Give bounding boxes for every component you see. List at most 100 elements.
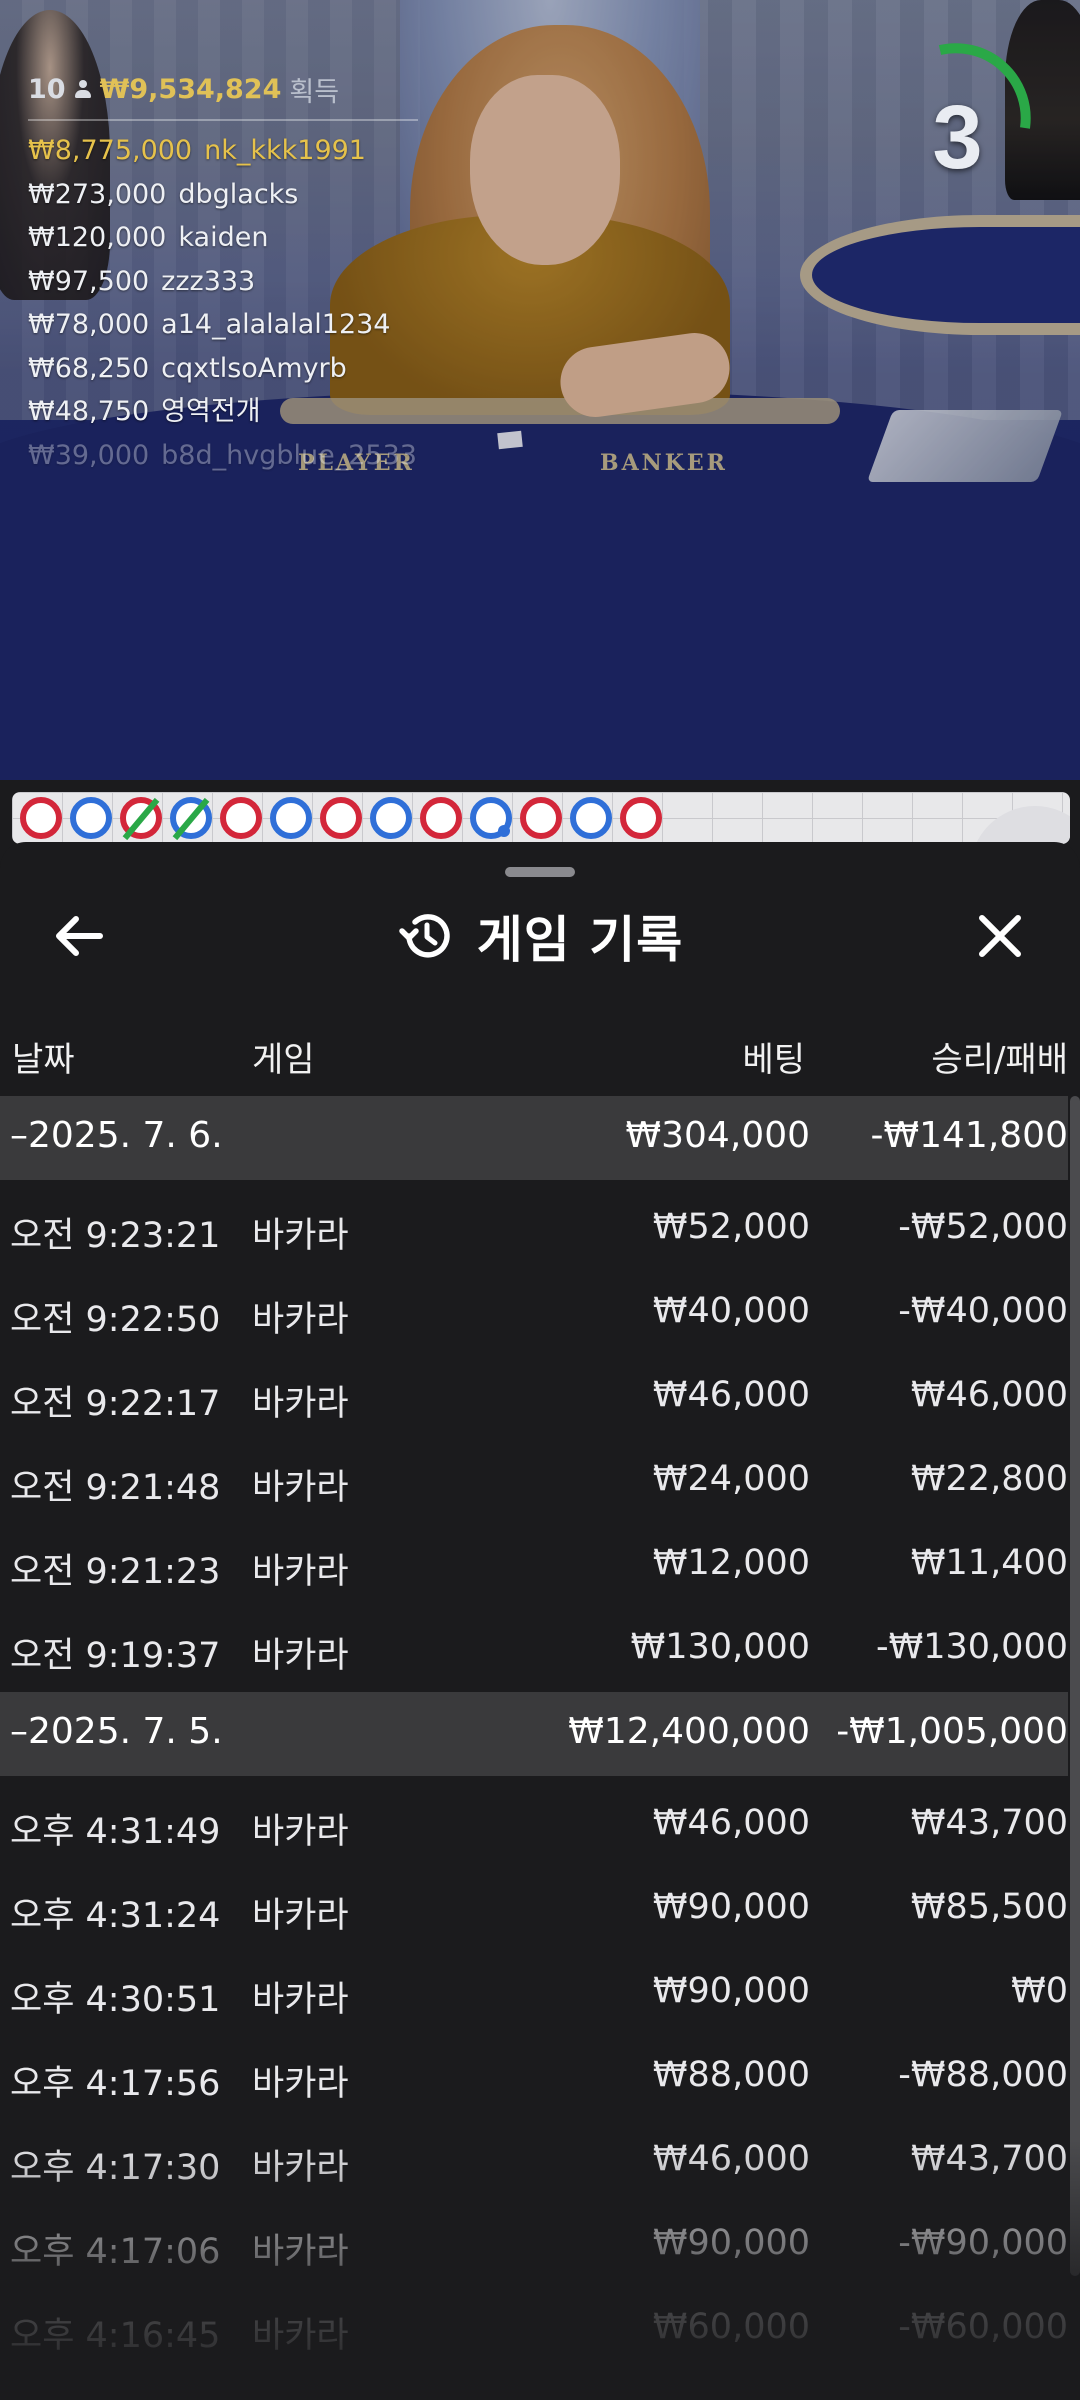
row-bet: ₩90,000	[652, 1887, 810, 1927]
road-toggle-button[interactable]	[970, 806, 1070, 844]
group-bet-total: ₩12,400,000	[568, 1711, 810, 1752]
drag-handle[interactable]	[505, 867, 575, 877]
winner-amount: ₩8,775,000	[28, 135, 193, 166]
winner-item: ₩273,000 dbglacks	[28, 173, 428, 217]
history-row[interactable]: 오후 4:31:24 바카라 ₩90,000 ₩85,500	[0, 1868, 1068, 1952]
player-bead	[466, 794, 516, 842]
row-bet: ₩130,000	[630, 1627, 810, 1667]
row-win-loss: ₩43,700	[910, 1803, 1068, 1843]
bead-ring	[20, 797, 62, 839]
bead-road[interactable]	[12, 792, 1070, 844]
winner-name: cqxtlsoAmyrb	[161, 352, 347, 384]
winner-amount: ₩120,000	[28, 222, 167, 253]
bead-ring	[70, 797, 112, 839]
winner-amount: ₩39,000	[28, 439, 150, 471]
row-game: 바카라	[252, 1812, 349, 1852]
row-game: 바카라	[252, 1384, 349, 1424]
row-game: 바카라	[252, 2232, 349, 2272]
history-row[interactable]: 오전 9:19:37 바카라 ₩130,000 -₩130,000	[0, 1608, 1068, 1692]
history-row[interactable]: 오후 4:16:45 바카라 ₩60,000 -₩60,000	[0, 2288, 1068, 2372]
row-game: 바카라	[252, 1552, 349, 1592]
row-time: 오후 4:17:30	[10, 2148, 221, 2188]
winner-amount: ₩68,250	[28, 352, 150, 384]
history-row[interactable]: 오후 4:17:06 바카라 ₩90,000 -₩90,000	[0, 2204, 1068, 2288]
row-win-loss: ₩11,400	[910, 1543, 1068, 1583]
row-time: 오후 4:30:51	[10, 1980, 221, 2020]
row-bet: ₩46,000	[652, 1803, 810, 1843]
group-date: –2025. 7. 5.	[10, 1711, 223, 1752]
row-game: 바카라	[252, 2148, 349, 2188]
winner-name: a14_alalalal1234	[161, 309, 391, 340]
history-row[interactable]: 오전 9:21:23 바카라 ₩12,000 ₩11,400	[0, 1524, 1068, 1608]
row-win-loss: ₩43,700	[910, 2139, 1068, 2179]
history-row[interactable]: 오후 4:17:30 바카라 ₩46,000 ₩43,700	[0, 2120, 1068, 2204]
pair-dot	[498, 825, 510, 837]
player-bead	[266, 794, 316, 842]
row-time: 오전 9:22:17	[10, 1384, 221, 1424]
row-bet: ₩46,000	[652, 2139, 810, 2179]
history-row[interactable]: 오후 4:31:49 바카라 ₩46,000 ₩43,700	[0, 1784, 1068, 1868]
row-bet: ₩12,000	[652, 1543, 810, 1583]
history-list[interactable]: –2025. 7. 6. ₩304,000 -₩141,800 오전 9:23:…	[0, 1096, 1068, 2372]
close-icon	[979, 915, 1021, 957]
bead-ring	[620, 797, 662, 839]
winner-name: nk_kkk1991	[204, 135, 366, 166]
row-game: 바카라	[252, 1896, 349, 1936]
row-bet: ₩90,000	[652, 2223, 810, 2263]
row-time: 오전 9:21:23	[10, 1552, 221, 1592]
row-win-loss: ₩22,800	[910, 1459, 1068, 1499]
row-time: 오전 9:22:50	[10, 1300, 221, 1340]
banker-bead	[16, 794, 66, 842]
winner-item: ₩8,775,000 nk_kkk1991	[28, 129, 428, 173]
column-date: 날짜	[12, 1040, 75, 1080]
live-video: PLAYER BANKER 10 ₩9,534,824 획득 ₩8,775,00…	[0, 0, 1080, 780]
game-history-sheet: 게임 기록 날짜 게임 베팅 승리/패배 –2025. 7. 6. ₩304,0…	[0, 842, 1080, 2400]
row-bet: ₩40,000	[652, 1291, 810, 1331]
banker-bead	[616, 794, 666, 842]
row-win-loss: -₩88,000	[898, 2055, 1068, 2095]
row-win-loss: -₩90,000	[898, 2223, 1068, 2263]
player-count: 10	[28, 74, 66, 105]
row-win-loss: -₩52,000	[898, 1207, 1068, 1247]
total-winnings: ₩9,534,824	[99, 74, 282, 105]
winner-item: ₩120,000 kaiden	[28, 216, 428, 260]
history-row[interactable]: 오전 9:22:17 바카라 ₩46,000 ₩46,000	[0, 1356, 1068, 1440]
bead-ring	[520, 797, 562, 839]
sheet-header: 게임 기록	[0, 882, 1080, 990]
date-group-row[interactable]: –2025. 7. 6. ₩304,000 -₩141,800	[0, 1096, 1068, 1180]
history-row[interactable]: 오후 4:30:51 바카라 ₩90,000 ₩0	[0, 1952, 1068, 2036]
betting-timer: 3	[910, 38, 1035, 188]
banker-bead	[116, 794, 166, 842]
player-bead	[166, 794, 216, 842]
row-time: 오전 9:23:21	[10, 1216, 221, 1256]
winner-amount: ₩48,750	[28, 396, 150, 427]
row-game: 바카라	[252, 2064, 349, 2104]
row-game: 바카라	[252, 1980, 349, 2020]
group-bet-total: ₩304,000	[625, 1115, 810, 1156]
banker-bead	[216, 794, 266, 842]
row-game: 바카라	[252, 1216, 349, 1256]
row-bet: ₩24,000	[652, 1459, 810, 1499]
winners-overlay: 10 ₩9,534,824 획득 ₩8,775,000 nk_kkk1991 ₩2…	[28, 70, 428, 477]
user-icon	[74, 79, 92, 100]
column-win-loss: 승리/패배	[931, 1040, 1068, 1080]
history-row[interactable]: 오전 9:23:21 바카라 ₩52,000 -₩52,000	[0, 1188, 1068, 1272]
column-bet: 베팅	[742, 1040, 805, 1080]
row-time: 오후 4:17:06	[10, 2232, 221, 2272]
history-row[interactable]: 오후 4:17:56 바카라 ₩88,000 -₩88,000	[0, 2036, 1068, 2120]
history-row[interactable]: 오전 9:21:48 바카라 ₩24,000 ₩22,800	[0, 1440, 1068, 1524]
winner-name: zzz333	[161, 265, 256, 297]
row-time: 오후 4:31:49	[10, 1812, 221, 1852]
row-bet: ₩88,000	[652, 2055, 810, 2095]
row-time: 오후 4:17:56	[10, 2064, 221, 2104]
banker-bead	[416, 794, 466, 842]
scrollbar[interactable]	[1070, 1096, 1080, 2276]
date-group-row[interactable]: –2025. 7. 5. ₩12,400,000 -₩1,005,000	[0, 1692, 1068, 1776]
winner-item: ₩48,750 영역전개	[28, 390, 428, 434]
row-win-loss: -₩130,000	[876, 1627, 1068, 1667]
row-game: 바카라	[252, 1636, 349, 1676]
winner-item: ₩97,500 zzz333	[28, 260, 428, 304]
close-button[interactable]	[970, 908, 1030, 964]
sheet-title-group: 게임 기록	[0, 882, 1080, 990]
history-row[interactable]: 오전 9:22:50 바카라 ₩40,000 -₩40,000	[0, 1272, 1068, 1356]
